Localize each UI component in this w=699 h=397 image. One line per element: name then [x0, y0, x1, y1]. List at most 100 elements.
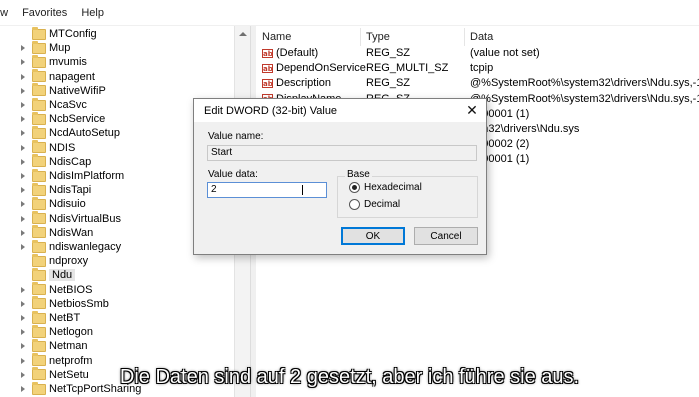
value-data-cell: @%SystemRoot%\system32\drivers\Ndu.sys,-… — [470, 92, 699, 105]
tree-item[interactable]: NetBT — [0, 310, 81, 325]
folder-icon — [32, 125, 46, 139]
tree-item[interactable]: NetbiosSmb — [0, 296, 109, 311]
folder-icon — [32, 338, 46, 352]
expand-arrow-icon[interactable] — [18, 143, 28, 153]
column-header-name[interactable]: Name — [262, 28, 291, 46]
tree-item[interactable]: Netlogon — [0, 324, 94, 339]
string-value-icon: ab — [262, 78, 273, 88]
expand-arrow-icon[interactable] — [18, 43, 28, 53]
tree-item[interactable]: Ndisuio — [0, 196, 86, 211]
tree-item-label: Ndu — [49, 269, 76, 282]
value-row[interactable]: ab (Default) REG_SZ (value not set) — [256, 46, 699, 61]
tree-item[interactable]: ndproxy — [0, 253, 88, 268]
tree-item-label: Netlogon — [49, 326, 94, 339]
value-data-text: 2 — [211, 184, 217, 195]
expand-arrow-icon[interactable] — [18, 341, 28, 351]
menu-favorites[interactable]: Favorites — [22, 7, 67, 19]
tree-item[interactable]: NdisTapi — [0, 182, 91, 197]
radio-unselected-icon — [349, 199, 360, 210]
tree-item[interactable]: NetBIOS — [0, 282, 93, 297]
folder-icon — [32, 140, 46, 154]
column-separator[interactable] — [360, 28, 361, 46]
string-value-icon: ab — [262, 48, 273, 58]
expand-arrow-icon[interactable] — [18, 100, 28, 110]
expand-arrow-icon[interactable] — [18, 114, 28, 124]
tree-item[interactable]: Ndu — [0, 267, 76, 282]
tree-item[interactable]: MTConfig — [0, 26, 97, 41]
expand-arrow-icon[interactable] — [18, 72, 28, 82]
expand-arrow-icon[interactable] — [18, 356, 28, 366]
expand-arrow-icon[interactable] — [18, 157, 28, 167]
tree-item-label: MTConfig — [49, 28, 97, 40]
expand-arrow-icon[interactable] — [18, 285, 28, 295]
tree-item-label: NetBIOS — [49, 283, 93, 296]
tree-item[interactable]: Netman — [0, 338, 88, 353]
tree-item[interactable]: NcbService — [0, 111, 106, 126]
value-name-text: (Default) — [276, 47, 319, 59]
folder-icon — [32, 282, 46, 296]
column-separator[interactable] — [464, 28, 465, 46]
tree-item[interactable]: NcaSvc — [0, 97, 87, 112]
expand-arrow-icon[interactable] — [18, 185, 28, 195]
hexadecimal-radio[interactable]: Hexadecimal — [349, 182, 422, 193]
value-data-input[interactable]: 2 — [207, 182, 327, 198]
menu-help[interactable]: Help — [81, 7, 104, 19]
folder-icon — [32, 154, 46, 168]
tree-item[interactable]: NdisVirtualBus — [0, 211, 121, 226]
expand-arrow-icon[interactable] — [18, 128, 28, 138]
tree-item[interactable]: napagent — [0, 69, 95, 84]
expand-arrow-icon[interactable] — [18, 299, 28, 309]
tree-item[interactable]: NdisWan — [0, 225, 94, 240]
tree-item-label: NcbService — [49, 113, 106, 126]
tree-item-label: NativeWifiP — [49, 84, 106, 97]
cancel-button[interactable]: Cancel — [414, 227, 478, 245]
expand-arrow-icon[interactable] — [18, 214, 28, 224]
video-subtitle: Die Daten sind auf 2 gesetzt, aber ich f… — [119, 366, 580, 388]
tree-item[interactable]: NdisCap — [0, 154, 91, 169]
folder-icon — [32, 111, 46, 125]
folder-icon — [32, 168, 46, 182]
menu-view[interactable]: ew — [0, 7, 8, 19]
scroll-up-arrow-icon[interactable] — [239, 32, 247, 36]
base-label: Base — [345, 169, 372, 180]
tree-item[interactable]: NdisImPlatform — [0, 168, 125, 183]
value-name-text: Description — [276, 77, 332, 90]
folder-icon — [32, 40, 46, 54]
hexadecimal-label: Hexadecimal — [364, 182, 422, 193]
tree-item-label: NdisWan — [49, 226, 94, 239]
folder-icon — [32, 253, 46, 267]
expand-arrow-icon[interactable] — [18, 171, 28, 181]
expand-arrow-icon[interactable] — [18, 313, 28, 323]
folder-icon — [32, 26, 46, 40]
value-row[interactable]: ab DependOnService REG_MULTI_SZ tcpip — [256, 61, 699, 76]
value-row[interactable]: ab Description REG_SZ @%SystemRoot%\system3… — [256, 76, 699, 91]
tree-item-label: NetBT — [49, 312, 81, 324]
tree-item-label: NdisImPlatform — [49, 170, 125, 182]
tree-item[interactable]: ndiswanlegacy — [0, 239, 121, 254]
edit-dword-dialog: Edit DWORD (32-bit) Value ✕ Value name: … — [193, 98, 487, 255]
column-header-data[interactable]: Data — [470, 28, 493, 46]
tree-item[interactable]: Mup — [0, 40, 70, 55]
expand-arrow-icon[interactable] — [18, 86, 28, 96]
tree-item-label: Netman — [49, 340, 88, 353]
tree-item[interactable]: NDIS — [0, 140, 75, 155]
expand-arrow-icon[interactable] — [18, 199, 28, 209]
close-icon[interactable]: ✕ — [462, 101, 482, 119]
expand-arrow-icon[interactable] — [18, 228, 28, 238]
expand-arrow-icon[interactable] — [18, 327, 28, 337]
value-data-cell: @%SystemRoot%\system32\drivers\Ndu.sys,-… — [470, 77, 699, 90]
folder-icon — [32, 310, 46, 324]
expand-arrow-icon[interactable] — [18, 57, 28, 67]
tree-item[interactable]: NcdAutoSetup — [0, 125, 120, 140]
decimal-radio[interactable]: Decimal — [349, 199, 400, 210]
tree-item[interactable]: mvumis — [0, 54, 87, 69]
ok-button[interactable]: OK — [341, 227, 405, 245]
column-header-type[interactable]: Type — [366, 28, 390, 46]
folder-icon — [32, 196, 46, 210]
value-data-cell: tcpip — [470, 62, 494, 75]
decimal-label: Decimal — [364, 199, 401, 210]
expand-arrow-icon[interactable] — [18, 242, 28, 252]
value-type-cell: REG_SZ — [366, 77, 411, 90]
value-name-field[interactable]: Start — [207, 145, 477, 161]
tree-item[interactable]: NativeWifiP — [0, 83, 106, 98]
